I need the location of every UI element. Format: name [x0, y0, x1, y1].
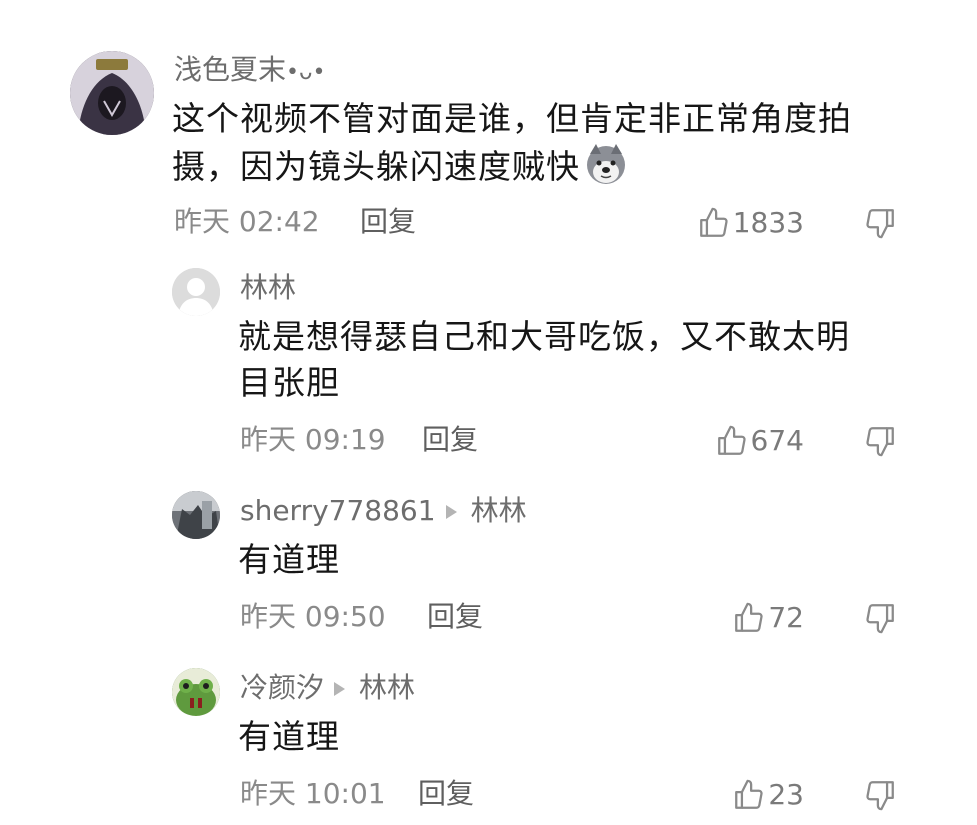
username-line: sherry778861 林林	[240, 497, 527, 525]
dislike-button[interactable]	[863, 778, 897, 816]
reply-to-username[interactable]: 林林	[471, 494, 527, 527]
thumbs-up-icon	[717, 425, 746, 455]
thumbs-down-icon	[866, 781, 894, 811]
reply-to-username[interactable]: 林林	[359, 671, 415, 704]
username[interactable]: sherry778861	[240, 494, 436, 527]
reply-arrow-icon	[334, 682, 346, 696]
comment-text: 就是想得瑟自己和大哥吃饭，又不敢太明 目张胆	[238, 317, 850, 402]
avatar[interactable]	[172, 268, 220, 316]
like-button[interactable]: 674	[715, 424, 804, 458]
like-count: 674	[750, 424, 804, 457]
timestamp: 昨天 10:01	[240, 777, 386, 810]
dislike-button[interactable]	[863, 424, 897, 462]
reply-button[interactable]: 回复	[427, 603, 483, 631]
like-button[interactable]: 1833	[697, 206, 804, 240]
reply-arrow-icon	[445, 505, 457, 519]
username[interactable]: 林林	[240, 274, 296, 302]
hooded-figure-icon	[70, 51, 154, 135]
username[interactable]: 浅色夏末•ᴗ•	[174, 56, 325, 84]
thumbs-up-icon	[735, 602, 763, 632]
avatar[interactable]	[172, 491, 220, 539]
thumbs-up-icon	[699, 207, 728, 237]
thumbs-down-icon	[866, 427, 894, 457]
reply-button[interactable]: 回复	[418, 780, 474, 808]
like-button[interactable]: 72	[732, 601, 804, 635]
frog-avatar-icon	[172, 668, 220, 716]
reply-button[interactable]: 回复	[422, 426, 478, 454]
like-count: 72	[768, 601, 804, 634]
reply-button[interactable]: 回复	[360, 208, 416, 236]
thumbs-down-icon	[866, 604, 894, 634]
comment-text: 有道理	[238, 540, 340, 579]
avatar[interactable]	[70, 51, 154, 135]
like-count: 1833	[732, 206, 804, 239]
like-count: 23	[768, 778, 804, 811]
thumbs-up-icon	[735, 779, 763, 809]
comment-text: 有道理	[238, 717, 340, 756]
like-button[interactable]: 23	[732, 778, 804, 812]
timestamp: 昨天 09:50	[240, 600, 386, 633]
timestamp: 昨天 09:19	[240, 423, 386, 456]
username-line: 冷颜汐 林林	[240, 674, 415, 702]
photo-avatar-icon	[172, 491, 220, 539]
avatar[interactable]	[172, 668, 220, 716]
husky-dog-emoji-icon	[584, 142, 628, 186]
username[interactable]: 冷颜汐	[240, 671, 324, 704]
thumbs-down-icon	[866, 209, 894, 239]
comment-text: 这个视频不管对面是谁，但肯定非正常角度拍 摄，因为镜头躲闪速度贼快	[172, 99, 852, 186]
username-suffix: •ᴗ•	[286, 60, 326, 85]
timestamp: 昨天 02:42	[174, 205, 320, 238]
default-user-icon	[172, 268, 220, 316]
dislike-button[interactable]	[863, 206, 897, 244]
dislike-button[interactable]	[863, 601, 897, 639]
